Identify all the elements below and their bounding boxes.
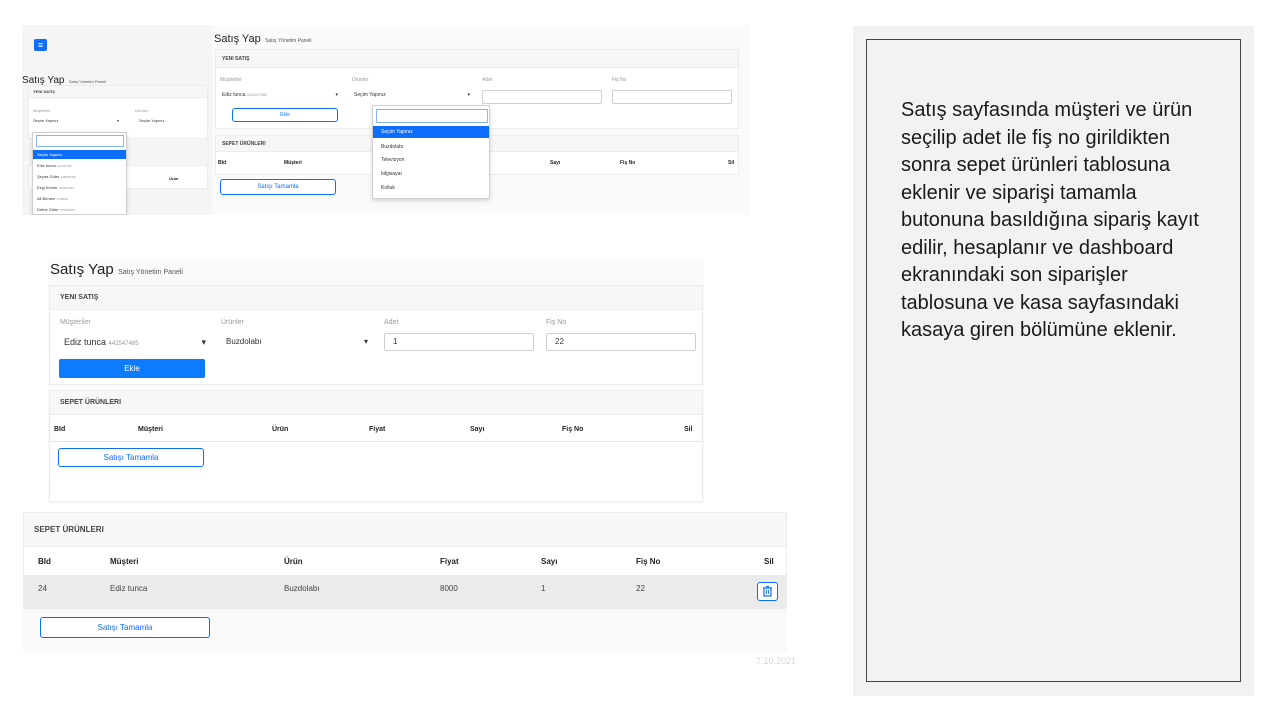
cart-col-count: Sayı [550, 160, 561, 166]
cart-col-receipt: Fiş No [620, 160, 636, 166]
product-option[interactable]: bilgisayar [373, 168, 489, 180]
product-select[interactable]: Seçim Yapınız ▾ [354, 90, 474, 100]
customer-dropdown: Seçim Yapınız Ediz tunca 442547485 Şeyda… [32, 132, 127, 215]
chevron-down-icon: ▾ [116, 118, 119, 123]
cart-col-delete: Sil [728, 160, 735, 166]
section-title: YENI SATIŞ [50, 286, 702, 310]
customer-option[interactable]: Şeyda Güler 408538788 [33, 172, 126, 181]
customer-select[interactable]: Ediz tunca 442547485 ▾ [222, 90, 342, 100]
cart-col-bid: BId [38, 557, 51, 566]
screenshot-cart: SEPET ÜRÜNLERI BId Müşteri Ürün Fiyat Sa… [23, 512, 787, 652]
cart-col-product: Ürün [169, 176, 179, 181]
left-capture: ≡ Satış Yap Satış Yönetim Paneli YENI SA… [22, 25, 212, 215]
cart-col-price: Fiyat [369, 426, 386, 433]
customers-label: Müşteriler [220, 77, 242, 83]
customer-option[interactable]: Ediz tunca 442547485 [33, 161, 126, 170]
receipt-input[interactable] [612, 90, 732, 104]
delete-button[interactable] [757, 582, 778, 601]
cart-col-count: Sayı [470, 426, 485, 433]
products-label: Ürünler [352, 77, 369, 83]
chevron-down-icon: ▾ [335, 92, 338, 98]
menu-button[interactable]: ≡ [34, 39, 47, 51]
cart-col-product: Ürün [272, 426, 289, 433]
customers-label: Müşteriler [33, 108, 51, 113]
new-sale-card: YENI SATIŞ Müşteriler Ürünler Adet Fiş N… [49, 285, 703, 385]
page-subtitle: Satış Yönetim Paneli [68, 79, 106, 84]
cart-col-delete: Sil [764, 557, 774, 566]
section-title: YENI SATIŞ [216, 50, 738, 68]
page-subtitle: Satış Yönetim Paneli [118, 269, 183, 276]
cart-col-count: Sayı [541, 557, 558, 566]
cart-col-bid: BId [218, 160, 227, 166]
customer-option[interactable]: Defne Güler 783856485 [33, 205, 126, 214]
product-option[interactable]: Koltuk [373, 182, 489, 194]
description-text: Satış sayfasında müşteri ve ürün seçilip… [901, 99, 1199, 341]
cart-card: SEPET ÜRÜNLERI BId Müşteri Ürün Fiyat Sa… [49, 390, 703, 502]
right-capture: Satış Yap Satış Yönetim Paneli YENI SATI… [212, 25, 750, 215]
cart-col-receipt: Fiş No [636, 557, 661, 566]
description-frame: Satış sayfasında müşteri ve ürün seçilip… [866, 39, 1241, 682]
cell-customer: Ediz tunca [110, 584, 148, 593]
receipt-input[interactable]: 22 [546, 333, 696, 351]
page-title: Satış Yap [214, 33, 261, 45]
product-select[interactable]: Buzdolabı ▾ [226, 335, 372, 349]
chevron-down-icon: ▾ [467, 92, 470, 98]
cart-col-receipt: Fiş No [562, 426, 584, 433]
quantity-input[interactable] [482, 90, 602, 104]
customer-option[interactable]: Ezgi Kemer 466847332 [33, 183, 126, 192]
cart-col-delete: Sil [684, 426, 693, 433]
cart-col-customer: Müşteri [284, 160, 302, 166]
customer-select[interactable]: Seçim Yapınız ▾ [33, 118, 123, 126]
product-option[interactable]: Seçim Yapınız [373, 126, 489, 138]
complete-sale-button[interactable]: Satışı Tamamla [58, 448, 204, 467]
cell-receipt: 22 [636, 584, 645, 593]
cart-col-price: Fiyat [440, 557, 459, 566]
cell-price: 8000 [440, 584, 458, 593]
complete-sale-button[interactable]: Satışı Tamamla [40, 617, 210, 638]
cart-col-product: Ürün [284, 557, 303, 566]
products-label: Ürünler [135, 108, 149, 113]
screenshot-filled-form: Satış Yap Satış Yönetim Paneli YENI SATI… [48, 259, 704, 504]
cart-section-title: SEPET ÜRÜNLERI [24, 513, 786, 547]
customer-select[interactable]: Ediz tunca 442547485 ▾ [64, 335, 210, 349]
customer-option[interactable]: Ali Birmen 7158830 [33, 194, 126, 203]
new-sale-card: YENI SATIŞ Müşteriler Ürünler Seçim Yapı… [28, 85, 208, 139]
cell-bid: 24 [38, 584, 47, 593]
quantity-label: Adet [482, 77, 493, 83]
product-search-input[interactable] [376, 109, 488, 123]
screenshot-dropdowns: ≡ Satış Yap Satış Yönetim Paneli YENI SA… [22, 25, 750, 215]
complete-sale-button[interactable]: Satışı Tamamla [220, 179, 336, 195]
customers-label: Müşteriler [60, 319, 91, 326]
product-dropdown: Seçim Yapınız Buzdolabı Televizyon bilgi… [372, 105, 490, 199]
customer-option[interactable]: Seçim Yapınız [33, 150, 126, 159]
chevron-down-icon: ▾ [201, 337, 206, 347]
receipt-label: Fiş No [546, 319, 567, 326]
product-select[interactable]: Seçim Yapınız [139, 118, 203, 126]
quantity-input[interactable]: 1 [384, 333, 534, 351]
product-option[interactable]: Buzdolabı [373, 141, 489, 153]
quantity-label: Adet [384, 319, 399, 326]
add-button[interactable]: Ekle [59, 359, 205, 378]
trash-icon [763, 585, 772, 597]
cart-col-customer: Müşteri [110, 557, 139, 566]
customer-search-input[interactable] [36, 135, 124, 147]
receipt-label: Fiş No [612, 77, 627, 83]
table-row: 24 Ediz tunca Buzdolabı 8000 1 22 [24, 575, 786, 609]
page-subtitle: Satış Yönetim Paneli [265, 38, 312, 44]
cart-section-title: SEPET ÜRÜNLERI [50, 391, 702, 415]
add-button[interactable]: Ekle [232, 108, 338, 122]
chevron-down-icon: ▾ [363, 337, 368, 346]
page-title: Satış Yap [50, 261, 114, 278]
products-label: Ürünler [221, 319, 244, 326]
section-title: YENI SATIŞ [29, 86, 207, 98]
description-panel: Satış sayfasında müşteri ve ürün seçilip… [853, 26, 1254, 696]
cart-card: SEPET ÜRÜNLERI BId Müşteri Ürün Fiyat Sa… [23, 512, 787, 609]
cart-col-bid: BId [54, 426, 66, 433]
cart-col-customer: Müşteri [138, 426, 163, 433]
cell-count: 1 [541, 584, 546, 593]
product-option[interactable]: Televizyon [373, 154, 489, 166]
date-stamp: 7.10.2021 [756, 656, 797, 666]
cell-product: Buzdolabı [284, 584, 320, 593]
